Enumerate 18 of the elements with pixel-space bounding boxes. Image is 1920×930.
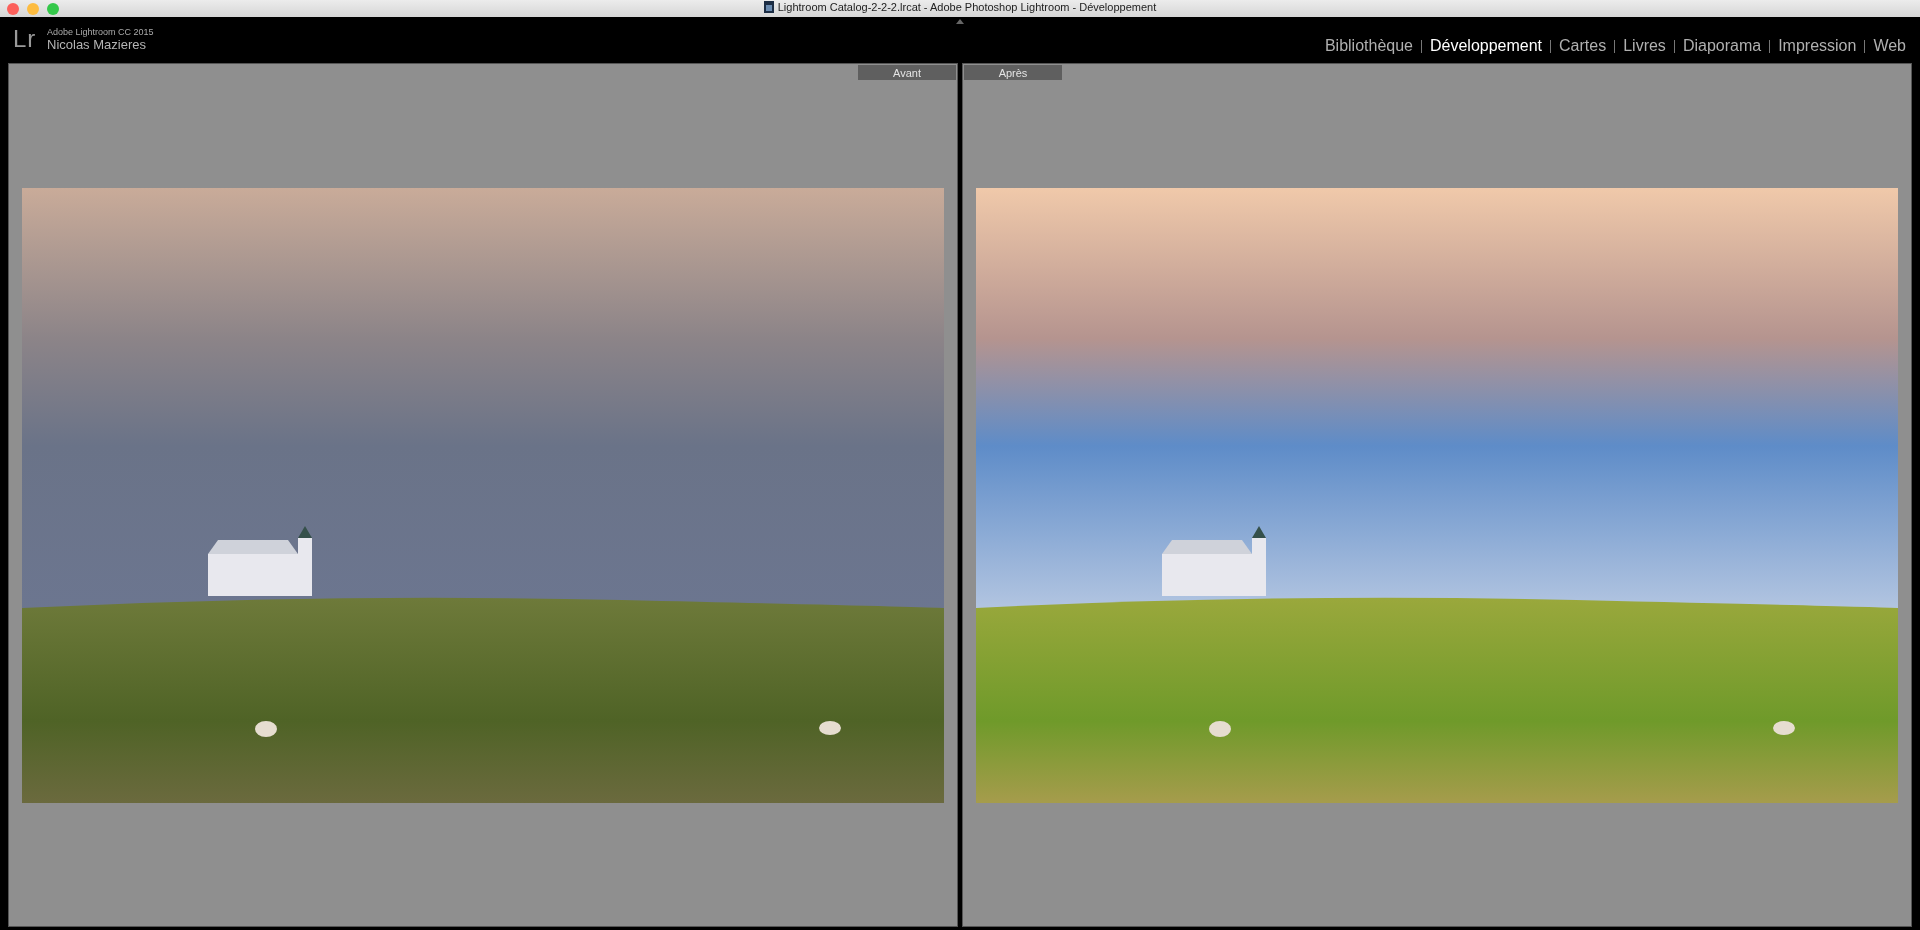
module-tab[interactable]: Web <box>1865 37 1914 55</box>
close-button[interactable] <box>7 2 19 15</box>
module-tab[interactable]: Développement <box>1422 37 1551 55</box>
module-tab[interactable]: Impression <box>1770 37 1865 55</box>
window-title: Lightroom Catalog-2-2-2.lrcat - Adobe Photoshop Lightroom - Développement <box>777 1 1157 13</box>
module-tab[interactable]: Cartes <box>1551 37 1615 55</box>
minimize-button[interactable] <box>27 2 39 15</box>
product-name: Adobe Lightroom CC 2015 <box>47 26 154 37</box>
zoom-button[interactable] <box>47 2 59 15</box>
document-icon <box>763 1 774 13</box>
view-label: Avant <box>858 65 956 80</box>
collapse-icon[interactable] <box>956 19 964 24</box>
module-tab[interactable]: Bibliothèque <box>1316 37 1421 55</box>
app-logo: Lr <box>13 25 38 53</box>
view-label: Après <box>964 65 1062 80</box>
module-tab[interactable]: Diaporama <box>1674 37 1770 55</box>
module-tab[interactable]: Livres <box>1615 37 1674 55</box>
user-name: Nicolas Mazieres <box>47 36 147 52</box>
